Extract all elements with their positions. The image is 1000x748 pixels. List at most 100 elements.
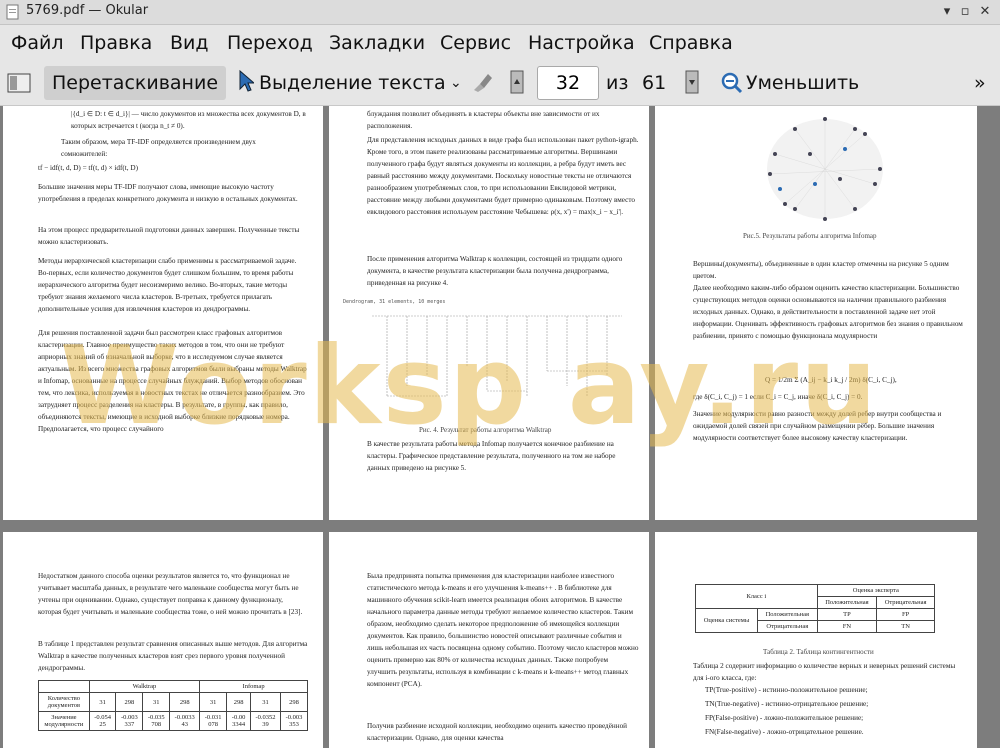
menu-edit[interactable]: Правка <box>80 32 152 54</box>
figure-caption: Рис.5. Результаты работы алгоритма Infom… <box>743 232 877 240</box>
table-header: Walktrap <box>88 680 201 693</box>
page-text: Получив разбиение исходной коллекции, не… <box>367 722 628 742</box>
text-selection-button[interactable]: Выделение текста <box>259 66 446 100</box>
table-cell: -0.0352 39 <box>250 711 281 731</box>
table-cell: 31 <box>250 692 281 712</box>
total-pages-label: 61 <box>642 72 667 94</box>
table-cell: 31 <box>142 692 171 712</box>
sidebar-toggle-icon[interactable] <box>7 71 31 105</box>
contingency-table: Класс i Оценка эксперта Положительная От… <box>695 584 936 633</box>
title-bar: 5769.pdf — Okular ▾ ▫ ✕ <box>0 0 1000 25</box>
dendrogram-figure <box>372 315 622 397</box>
page-text: На этом процесс предварительной подготов… <box>38 226 300 246</box>
highlighter-icon[interactable] <box>470 70 494 104</box>
table-cell: -0.031 078 <box>199 711 228 731</box>
table-cell: -0.003 353 <box>279 711 309 731</box>
menu-go[interactable]: Переход <box>227 32 313 54</box>
table-cell: 31 <box>88 692 117 712</box>
menu-settings[interactable]: Настройка <box>528 32 635 54</box>
modularity-formula: Q = 1/2m Σ (A_ij − k_i k_j / 2m) δ(C_i, … <box>765 376 897 384</box>
table-cell: -0.00 3344 <box>226 711 252 731</box>
overflow-menu-icon[interactable]: » <box>974 66 986 100</box>
table-header: Положительная <box>816 596 878 609</box>
page-formula: tf − idf(t, d, D) = tf(t, d) × idf(t, D) <box>38 164 138 172</box>
list-item: FP(False-positive) - ложно-положительное… <box>705 714 864 722</box>
table-header: Отрицательная <box>876 596 935 609</box>
zoom-out-icon[interactable] <box>721 71 743 105</box>
page-text: Для решения поставленной задачи был расс… <box>38 329 307 433</box>
table-caption: Таблица 2. Таблица контингентности <box>763 648 874 656</box>
page-text: Большие значения меры TF-IDF получают сл… <box>38 183 298 203</box>
table-cell: 31 <box>199 692 228 712</box>
document-view[interactable]: |{d_i ∈ D: t ∈ d_i}| — число документов … <box>0 106 1000 748</box>
table-row-label: Положительная <box>757 608 818 621</box>
page-text: В таблице 1 представлен результат сравне… <box>38 640 308 672</box>
next-page-icon[interactable] <box>685 70 699 104</box>
menu-bar: Файл Правка Вид Переход Закладки Сервис … <box>0 25 1000 61</box>
table-cell: -0.0033 43 <box>169 711 201 731</box>
page-text: Была предпринята попытка применения для … <box>367 572 639 688</box>
main-toolbar: Перетаскивание Выделение текста ⌄ 32 из … <box>0 61 1000 106</box>
page-text: Далее необходимо каким-либо образом оцен… <box>693 284 963 340</box>
page-thumbnail: Была предпринята попытка применения для … <box>329 532 649 748</box>
pdf-file-icon <box>6 4 19 20</box>
page-text: Методы иерархической кластеризации слабо… <box>38 257 297 313</box>
page-text: где δ(C_i, C_j) = 1 если C_i = C_j, инач… <box>693 393 863 401</box>
page-thumbnail: Недостатком данного способа оценки резул… <box>3 532 323 748</box>
page-of-label: из <box>606 72 629 94</box>
chevron-down-icon[interactable]: ⌄ <box>450 66 462 100</box>
table-cell: Класс i <box>695 584 818 609</box>
maximize-icon[interactable]: ▫ <box>956 3 974 21</box>
page-thumbnail: блуждания позволит объединять в кластеры… <box>329 106 649 520</box>
table-cell: 298 <box>115 692 144 712</box>
page-text: блуждания позволит объединять в кластеры… <box>367 110 600 130</box>
page-text: Таким образом, мера TF-IDF определяется … <box>61 138 256 158</box>
close-icon[interactable]: ✕ <box>976 3 994 21</box>
menu-file[interactable]: Файл <box>11 32 64 54</box>
table-header: Infomap <box>199 680 308 693</box>
page-text: В качестве результата работы метода Info… <box>367 440 616 472</box>
table-row-label: Количество документов <box>38 692 90 712</box>
table-row: Количество документов 31 298 31 298 31 2… <box>38 692 309 712</box>
table-cell: TP <box>816 608 878 621</box>
page-thumbnail: |{d_i ∈ D: t ∈ d_i}| — число документов … <box>3 106 323 520</box>
menu-help[interactable]: Справка <box>649 32 733 54</box>
zoom-out-button[interactable]: Уменьшить <box>746 66 859 100</box>
cursor-arrow-icon <box>238 69 256 103</box>
menu-bookmarks[interactable]: Закладки <box>329 32 425 54</box>
list-item: TP(True-positive) - истинно-положительно… <box>705 686 868 694</box>
infomap-graph-figure <box>767 117 883 221</box>
page-text: Недостатком данного способа оценки резул… <box>38 572 303 616</box>
page-text: Таблица 2 содержит информацию о количест… <box>693 662 956 682</box>
table-cell: FP <box>876 608 935 621</box>
table-cell: -0.035 708 <box>142 711 171 731</box>
list-item: FN(False-negative) - ложно-отрицательное… <box>705 728 864 736</box>
table-row-label: Оценка системы <box>695 608 758 633</box>
figure-caption: Рис. 4. Результат работы алгоритма Walkt… <box>419 426 552 434</box>
page-text: Вершины(документы), объединенные в один … <box>693 260 949 280</box>
table-row-label: Отрицательная <box>757 620 818 633</box>
menu-view[interactable]: Вид <box>170 32 209 54</box>
page-thumbnail: Класс i Оценка эксперта Положительная От… <box>655 532 977 748</box>
page-number-input[interactable]: 32 <box>537 66 599 100</box>
table-header: Оценка эксперта <box>816 584 936 597</box>
menu-tools[interactable]: Сервис <box>440 32 511 54</box>
results-table: Walktrap Infomap Количество документов 3… <box>38 680 309 731</box>
page-text: Значение модулярности равно разности меж… <box>693 410 942 442</box>
table-cell: 298 <box>169 692 201 712</box>
page-text: Для представления исходных данных в виде… <box>367 136 639 216</box>
table-cell: 298 <box>226 692 252 712</box>
page-text: После применения алгоритма Walktrap к ко… <box>367 255 623 287</box>
table-cell: 298 <box>279 692 309 712</box>
browse-tool-button[interactable]: Перетаскивание <box>44 66 227 100</box>
page-text: |{d_i ∈ D: t ∈ d_i}| — число документов … <box>71 110 306 130</box>
table-row-label: Значение модулярности <box>38 711 90 731</box>
window-title: 5769.pdf — Okular <box>26 3 149 18</box>
table-row: Значение модулярности -0.054 25 -0.003 3… <box>38 711 309 731</box>
table-cell: FN <box>816 620 878 633</box>
page-thumbnail: Рис.5. Результаты работы алгоритма Infom… <box>655 106 977 520</box>
list-item: TN(True-negative) - истинно-отрицательно… <box>705 700 869 708</box>
previous-page-icon[interactable] <box>510 70 524 104</box>
minimize-icon[interactable]: ▾ <box>938 3 956 21</box>
table-cell: -0.003 337 <box>115 711 144 731</box>
